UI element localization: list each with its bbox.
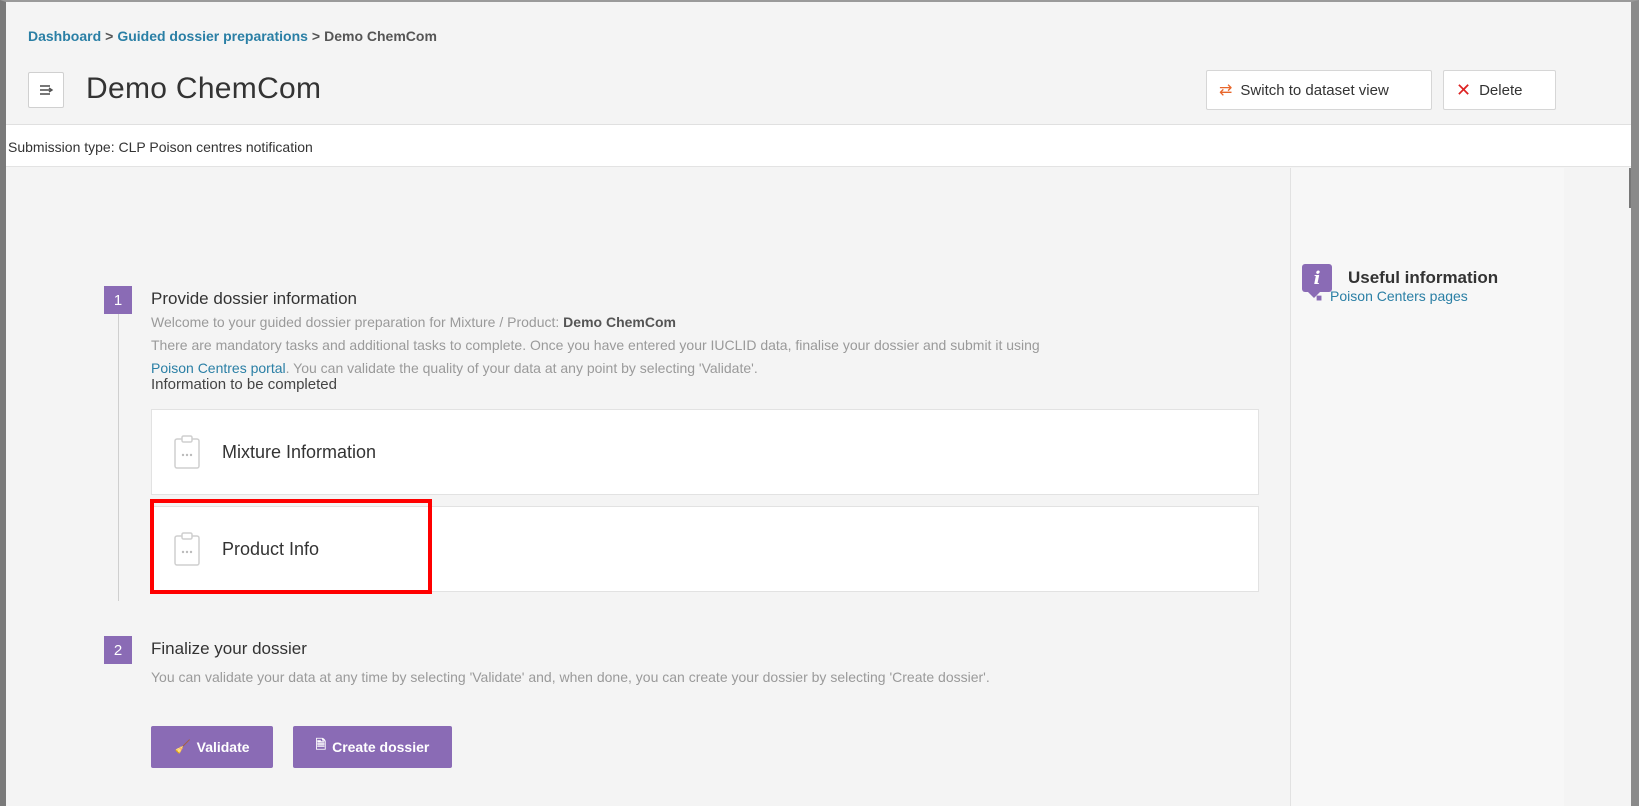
sidebar-link-item[interactable]: ■ Poison Centers pages	[1316, 288, 1468, 304]
welcome-product-name: Demo ChemCom	[563, 314, 676, 330]
submission-type-text: Submission type: CLP Poison centres noti…	[8, 139, 313, 155]
page-header: Dashboard > Guided dossier preparations > De…	[6, 2, 1631, 125]
switch-to-dataset-view-button[interactable]: ⇄ Switch to dataset view	[1206, 70, 1432, 110]
step-2-description: You can validate your data at any time b…	[151, 669, 990, 685]
breadcrumb-separator: >	[105, 28, 114, 44]
validate-button-label: Validate	[196, 739, 250, 755]
task-card-label: Mixture Information	[222, 441, 377, 462]
breadcrumb: Dashboard > Guided dossier preparations > De…	[28, 28, 437, 44]
validate-hint-text: . You can validate the quality of your d…	[285, 360, 758, 376]
step-2-number: 2	[104, 636, 132, 664]
page-title: Demo ChemCom	[86, 72, 322, 105]
close-icon: ✕	[1456, 79, 1472, 100]
welcome-text: Welcome to your guided dossier preparati…	[151, 314, 564, 330]
menu-toggle-button[interactable]	[28, 72, 64, 108]
poison-centres-portal-link[interactable]: Poison Centres portal	[151, 360, 286, 376]
app-window: Dashboard > Guided dossier preparations > De…	[0, 0, 1639, 806]
submission-type-bar: Submission type: CLP Poison centres noti…	[6, 125, 1631, 167]
broom-icon: 🧹	[174, 739, 191, 754]
breadcrumb-current: Demo ChemCom	[324, 28, 437, 44]
welcome-line: Welcome to your guided dossier preparati…	[151, 311, 1261, 334]
step-2-title: Finalize your dossier	[151, 639, 307, 658]
annotation-highlight-box	[150, 499, 432, 594]
useful-information-title: Useful information	[1348, 268, 1499, 287]
delete-button-label: Delete	[1479, 81, 1523, 99]
switch-button-label: Switch to dataset view	[1240, 81, 1389, 99]
breadcrumb-guided-dossier[interactable]: Guided dossier preparations	[117, 28, 308, 44]
swap-arrows-icon: ⇄	[1219, 82, 1233, 99]
step-1-number: 1	[104, 286, 132, 314]
delete-button[interactable]: ✕ Delete	[1443, 70, 1556, 110]
instructions-line: There are mandatory tasks and additional…	[151, 337, 1040, 353]
task-card-mixture-information[interactable]: Mixture Information	[151, 409, 1259, 495]
create-dossier-button-label: Create dossier	[332, 739, 430, 755]
step-connector-line	[118, 314, 119, 601]
bullet-icon: ■	[1316, 293, 1323, 304]
create-dossier-button[interactable]: 🗎 Create dossier	[293, 726, 452, 768]
step-1-title: Provide dossier information	[151, 289, 357, 308]
information-section-label: Information to be completed	[151, 376, 337, 393]
breadcrumb-separator: >	[311, 28, 321, 44]
poison-centers-pages-link[interactable]: Poison Centers pages	[1330, 288, 1468, 304]
clipboard-icon	[174, 435, 200, 469]
breadcrumb-dashboard[interactable]: Dashboard	[28, 28, 101, 44]
validate-button[interactable]: 🧹 Validate	[151, 726, 273, 768]
scrollbar[interactable]	[1629, 168, 1631, 208]
step-1-description: Welcome to your guided dossier preparati…	[151, 311, 1261, 380]
menu-icon	[40, 85, 54, 95]
document-icon: 🗎	[315, 737, 327, 752]
